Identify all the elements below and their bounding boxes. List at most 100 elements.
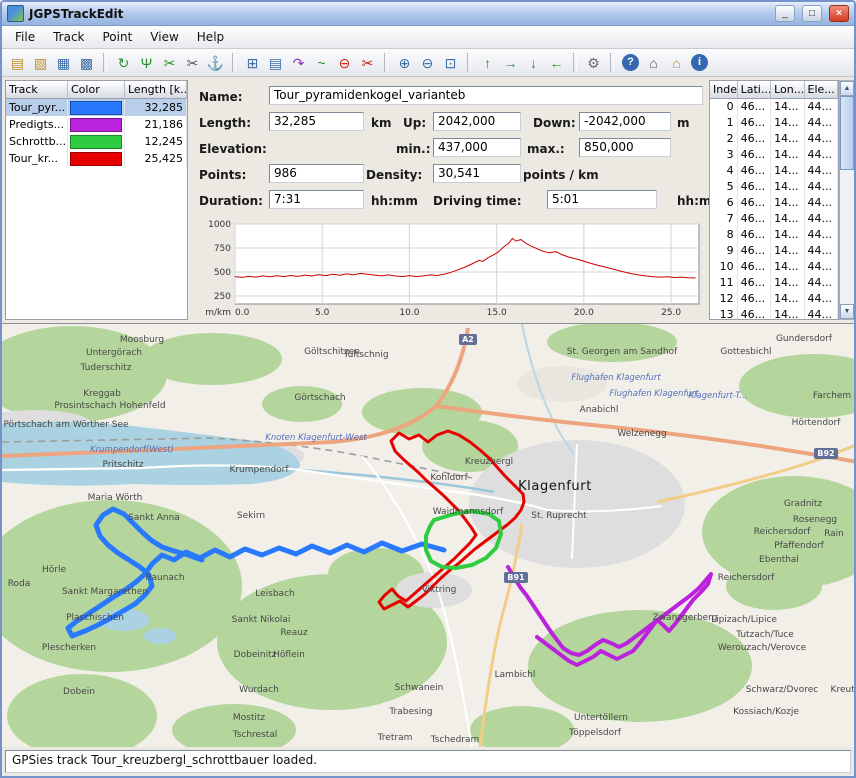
zoom-fit-icon[interactable]: ⊡ [439,51,462,74]
map-label: Schwarz/Dvorec [746,685,819,695]
map-label: Sankt Nikolai [232,615,291,625]
menubar: FileTrackPointViewHelp [2,26,854,49]
split-track-icon[interactable]: ✂ [158,51,181,74]
column-header-track[interactable]: Track [6,81,68,99]
point-table: Index Lati... Lon... Ele... 046...14...4… [709,80,839,320]
pan-left-icon[interactable]: ← [545,51,568,74]
map-home-icon[interactable]: ⌂ [642,51,665,74]
map-label: Leisbach [255,589,294,599]
scrollbar-track[interactable] [840,96,854,304]
titlebar: JGPSTrackEdit _ □ × [2,2,854,26]
track-color-swatch [68,116,125,133]
delete-point-icon[interactable]: ⊖ [333,51,356,74]
zoom-out-icon[interactable]: ⊖ [416,51,439,74]
map-view[interactable]: A2B92B91 MoosburgUntergörachTuderschitzG… [2,323,856,748]
point-row[interactable]: 046...14...44... [710,99,838,115]
min-elevation-field[interactable]: 437,000 [433,138,521,157]
pan-up-icon[interactable]: ↑ [476,51,499,74]
map-label: Kohldorf [430,473,468,483]
point-row[interactable]: 846...14...44... [710,227,838,243]
point-table-icon[interactable]: ▤ [264,51,287,74]
insert-table-icon[interactable]: ⊞ [241,51,264,74]
scroll-down-button[interactable]: ▼ [840,304,854,319]
length-label: Length: [199,116,251,130]
remove-points-icon[interactable]: ✂ [356,51,379,74]
minimize-button[interactable]: _ [775,5,795,22]
column-header-index[interactable]: Index [710,81,738,99]
point-row[interactable]: 346...14...44... [710,147,838,163]
upload-track-icon[interactable]: ⌂ [665,51,688,74]
points-field[interactable]: 986 [269,164,364,183]
track-length-cell: 12,245 [125,133,187,150]
map-label: Pörtschach am Wörther See [3,420,129,430]
point-row[interactable]: 746...14...44... [710,211,838,227]
reverse-track-icon[interactable]: ↷ [287,51,310,74]
column-header-elevation[interactable]: Ele... [805,81,838,99]
point-row[interactable]: 146...14...44... [710,115,838,131]
map-label: Werouzach/Verovce [718,643,807,653]
menu-point[interactable]: Point [94,27,142,47]
track-row[interactable]: Schrottb...12,245 [6,133,187,150]
density-field[interactable]: 30,541 [433,164,521,183]
scrollbar-thumb[interactable] [840,96,854,170]
track-row[interactable]: Tour_kr...25,425 [6,150,187,167]
track-table-header: Track Color Length [k... [6,81,187,99]
pan-down-icon[interactable]: ↓ [522,51,545,74]
smooth-track-icon[interactable]: ~ [310,51,333,74]
map-label: Görtschach [294,393,345,403]
open-track-icon[interactable]: ▧ [29,51,52,74]
save-track-icon[interactable]: ▦ [52,51,75,74]
close-button[interactable]: × [829,5,849,22]
cut-track-icon[interactable]: ✂ [181,51,204,74]
track-row[interactable]: Predigts...21,186 [6,116,187,133]
reload-track-icon[interactable]: ↻ [112,51,135,74]
map-label: Krumpendorf(West) [90,445,174,455]
help-icon[interactable]: ? [622,54,639,71]
info-icon[interactable]: i [691,54,708,71]
point-row[interactable]: 646...14...44... [710,195,838,211]
scroll-up-button[interactable]: ▲ [840,81,854,96]
track-row[interactable]: Tour_pyr...32,285 [6,99,187,116]
save-all-tracks-icon[interactable]: ▩ [75,51,98,74]
anchor-point-icon[interactable]: ⚓ [204,51,227,74]
point-row[interactable]: 246...14...44... [710,131,838,147]
menu-file[interactable]: File [6,27,44,47]
length-field[interactable]: 32,285 [269,112,364,131]
point-table-scrollbar[interactable]: ▲ ▼ [839,80,855,320]
track-color-swatch [68,133,125,150]
map-label: St. Ruprecht [531,511,587,521]
menu-track[interactable]: Track [44,27,93,47]
options-icon[interactable]: ⚙ [582,51,605,74]
toolbar: ▤▧▦▩↻Ψ✂✂⚓⊞▤↷~⊖✂⊕⊖⊡↑→↓←⚙?⌂⌂i [2,49,854,77]
map-label: Tutzach/Tuce [735,630,794,640]
point-row[interactable]: 1346...14...44... [710,307,838,320]
zoom-in-icon[interactable]: ⊕ [393,51,416,74]
merge-tracks-icon[interactable]: Ψ [135,51,158,74]
menu-view[interactable]: View [141,27,187,47]
point-row[interactable]: 446...14...44... [710,163,838,179]
map-label: Prosintschach Hohenfeld [54,401,165,411]
point-row[interactable]: 946...14...44... [710,243,838,259]
menu-help[interactable]: Help [188,27,233,47]
max-elevation-field[interactable]: 850,000 [579,138,671,157]
driving-time-field[interactable]: 5:01 [547,190,657,209]
column-header-color[interactable]: Color [68,81,125,99]
column-header-longitude[interactable]: Lon... [771,81,804,99]
point-row[interactable]: 1246...14...44... [710,291,838,307]
point-row[interactable]: 1046...14...44... [710,259,838,275]
track-table-body: Tour_pyr...32,285Predigts...21,186Schrot… [6,99,187,167]
name-field[interactable]: Tour_pyramidenkogel_varianteb [269,86,703,105]
pan-right-icon[interactable]: → [499,51,522,74]
column-header-length[interactable]: Length [k... [125,81,187,99]
up-field[interactable]: 2042,000 [433,112,521,131]
column-header-latitude[interactable]: Lati... [738,81,771,99]
duration-field[interactable]: 7:31 [269,190,364,209]
point-row[interactable]: 1146...14...44... [710,275,838,291]
map-label: Untergörach [86,348,142,358]
point-row[interactable]: 546...14...44... [710,179,838,195]
map-label: Viktring [422,585,457,595]
down-field[interactable]: -2042,000 [579,112,671,131]
map-label: Knoten Klagenfurt-West [265,433,367,443]
new-track-icon[interactable]: ▤ [6,51,29,74]
maximize-button[interactable]: □ [802,5,822,22]
